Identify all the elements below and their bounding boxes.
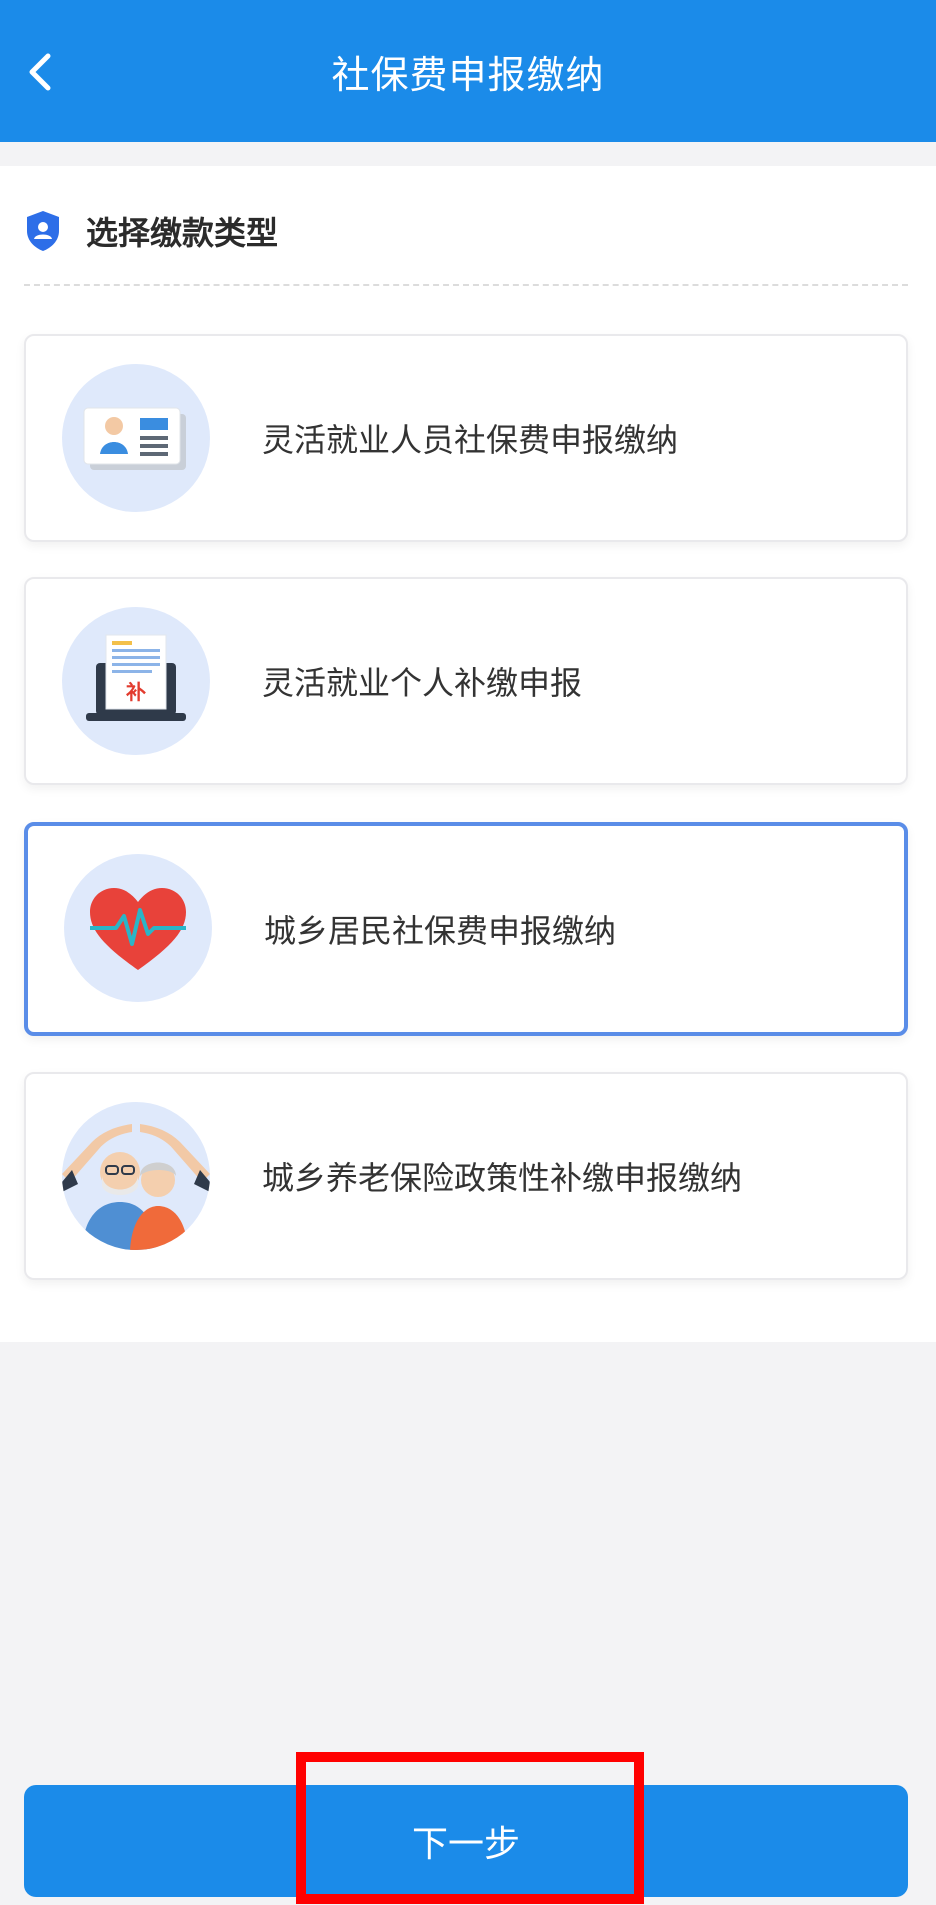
back-payment-icon-text: 补 <box>125 680 146 704</box>
option-label: 灵活就业个人补缴申报 <box>262 664 583 702</box>
option-label: 城乡居民社保费申报缴纳 <box>264 912 617 950</box>
section-header: 选择缴款类型 <box>24 206 278 256</box>
back-button[interactable] <box>18 50 62 94</box>
elderly-couple-icon <box>62 1102 210 1250</box>
option-label: 灵活就业人员社保费申报缴纳 <box>262 421 679 459</box>
laptop-document-icon: 补 <box>62 607 210 755</box>
page-title: 社保费申报缴纳 <box>331 52 605 97</box>
divider <box>24 284 908 286</box>
app-header: 社保费申报缴纳 <box>0 0 936 142</box>
id-card-icon <box>62 364 210 512</box>
option-flexible-employment-social-insurance[interactable]: 灵活就业人员社保费申报缴纳 <box>24 334 908 542</box>
option-flexible-employment-back-payment[interactable]: 补 灵活就业个人补缴申报 <box>24 577 908 785</box>
shield-user-icon <box>27 211 59 251</box>
option-urban-rural-resident-social-insurance[interactable]: 城乡居民社保费申报缴纳 <box>24 822 908 1036</box>
option-urban-rural-pension-policy-back-payment[interactable]: 城乡养老保险政策性补缴申报缴纳 <box>24 1072 908 1280</box>
chevron-left-icon <box>29 53 51 91</box>
heart-pulse-icon <box>64 854 212 1002</box>
next-step-button[interactable]: 下一步 <box>24 1785 908 1897</box>
option-label: 城乡养老保险政策性补缴申报缴纳 <box>262 1159 743 1197</box>
payment-type-panel: 选择缴款类型 灵活就业人员社保费申报缴纳 补 灵活就业个人补缴申报 城乡居民社保… <box>0 166 936 1342</box>
section-title: 选择缴款类型 <box>86 214 279 252</box>
